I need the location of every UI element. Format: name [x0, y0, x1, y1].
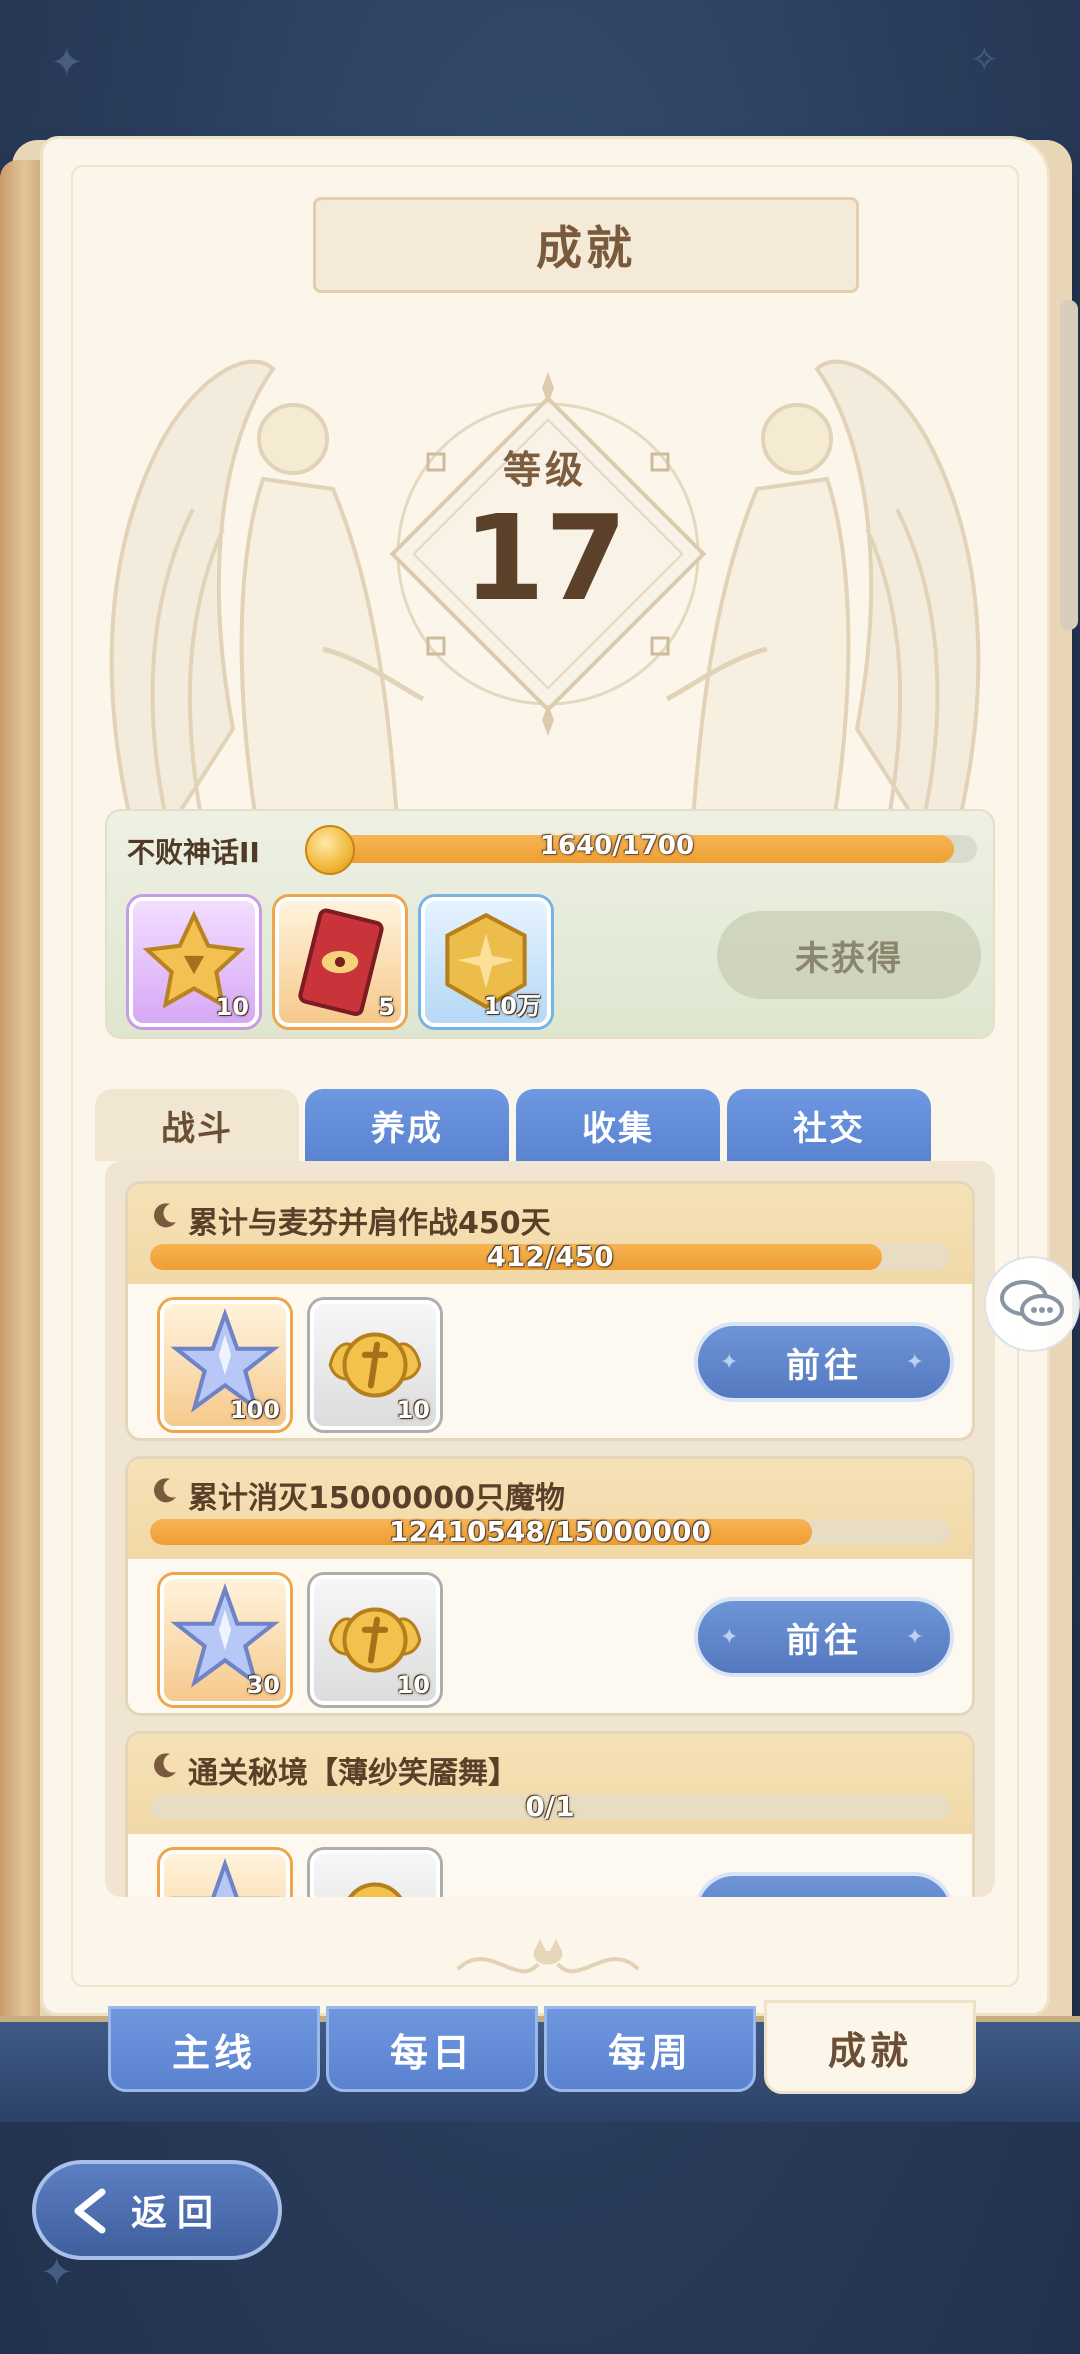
reward-item[interactable]: 10万	[421, 897, 551, 1027]
title-ribbon: 成就	[313, 197, 859, 293]
achievement-title: 累计消灭15000000只魔物	[188, 1481, 565, 1516]
background-star-icon: ✦	[50, 40, 84, 86]
achievement-list[interactable]: 累计与麦芬并肩作战450天 412/450 100 10 ✦ 前往 ✦ 累计消灭…	[105, 1161, 995, 1897]
achievement-title: 累计与麦芬并肩作战450天	[188, 1206, 551, 1241]
bottom-tabs: 主线 每日 每周 成就	[108, 2000, 978, 2094]
bottom-tab-main[interactable]: 主线	[108, 2006, 320, 2092]
book-spine	[0, 160, 40, 2060]
reward-count: 10	[396, 1671, 430, 1699]
reward-item[interactable]	[160, 1850, 290, 1897]
go-button[interactable]: 前往	[694, 1872, 954, 1897]
claim-status-button[interactable]: 未获得	[717, 911, 981, 999]
reward-item[interactable]	[310, 1850, 440, 1897]
winged-gold-coin-icon	[347, 1882, 403, 1897]
bottom-tab-weekly[interactable]: 每周	[544, 2006, 756, 2092]
tab-collection[interactable]: 收集	[516, 1089, 720, 1161]
milestone-progress-text: 1640/1700	[539, 831, 695, 861]
achievement-card: 累计消灭15000000只魔物 12410548/15000000 30 10 …	[125, 1456, 975, 1716]
level-value: 17	[462, 489, 628, 627]
reward-count: 100	[229, 1396, 280, 1424]
reward-item[interactable]: 10	[310, 1300, 440, 1430]
achievement-progress-text: 412/450	[486, 1240, 614, 1273]
chat-bubble-icon	[1000, 1280, 1064, 1326]
tab-battle[interactable]: 战斗	[95, 1089, 299, 1161]
crescent-moon-icon	[154, 1753, 176, 1778]
achievement-card: 通关秘境【薄纱笑靥舞】 0/1 前往	[125, 1731, 975, 1897]
go-button[interactable]: 前往	[694, 1597, 954, 1677]
reward-item[interactable]: 10	[129, 897, 259, 1027]
crescent-moon-icon	[154, 1203, 176, 1228]
reward-count: 30	[246, 1671, 280, 1699]
reward-item[interactable]: 30	[160, 1575, 290, 1705]
tab-social[interactable]: 社交	[727, 1089, 931, 1161]
level-label: 等级	[502, 448, 587, 492]
reward-count: 5	[378, 993, 395, 1021]
tab-cultivation[interactable]: 养成	[305, 1089, 509, 1161]
reward-item[interactable]: 10	[310, 1575, 440, 1705]
go-button[interactable]: 前往	[694, 1322, 954, 1402]
cat-ornament-icon	[456, 1939, 640, 1974]
side-scroll-handle[interactable]	[1060, 300, 1078, 630]
achievement-page: 成就 等级 17 不败神话II 1640/1700 10 5 10万 未获得 战…	[40, 136, 1050, 2016]
blue-crystal-star-icon	[170, 1858, 280, 1897]
reward-item[interactable]: 5	[275, 897, 405, 1027]
back-button[interactable]: 返回	[32, 2160, 282, 2260]
reward-item[interactable]: 100	[160, 1300, 290, 1430]
bottom-tab-achievement[interactable]: 成就	[764, 2000, 976, 2094]
reward-count: 10万	[483, 992, 541, 1020]
reward-count: 10	[396, 1396, 430, 1424]
milestone-panel: 不败神话II 1640/1700 10 5 10万 未获得	[105, 809, 995, 1039]
category-tabs: 战斗 养成 收集 社交	[95, 1089, 979, 1161]
achievement-card: 累计与麦芬并肩作战450天 412/450 100 10 ✦ 前往 ✦	[125, 1181, 975, 1441]
background-star-icon: ✧	[970, 40, 999, 80]
page-title: 成就	[536, 221, 636, 275]
crescent-moon-icon	[154, 1478, 176, 1503]
back-label: 返回	[130, 2193, 223, 2234]
achievement-progress-text: 12410548/15000000	[389, 1515, 711, 1548]
achievement-progress-text: 0/1	[525, 1790, 575, 1823]
back-arrow-icon	[74, 2188, 106, 2234]
bottom-tab-daily[interactable]: 每日	[326, 2006, 538, 2092]
chat-button[interactable]	[984, 1256, 1080, 1352]
achievement-title: 通关秘境【薄纱笑靥舞】	[188, 1756, 518, 1791]
milestone-title: 不败神话II	[127, 836, 260, 869]
reward-count: 10	[215, 993, 249, 1021]
